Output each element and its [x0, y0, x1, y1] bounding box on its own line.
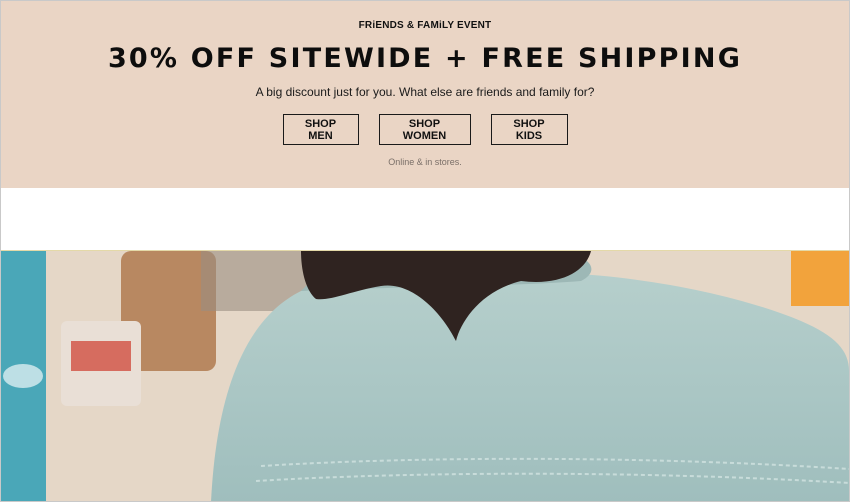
shop-women-button[interactable]: SHOP WOMEN — [378, 114, 471, 145]
shop-men-button[interactable]: SHOP MEN — [282, 114, 359, 145]
promo-eyebrow: FRiENDS & FAMiLY EVENT — [358, 20, 492, 31]
promo-note: Online & in stores. — [388, 157, 462, 167]
shop-buttons: SHOP MEN SHOP WOMEN SHOP KIDS — [1, 114, 849, 145]
promo-banner: FRiENDS & FAMiLY EVENT 30% OFF SITEWIDE … — [1, 1, 849, 188]
denim-jacket-photo — [1, 251, 849, 501]
shop-kids-button[interactable]: SHOP KIDS — [490, 114, 568, 145]
hero-image[interactable] — [1, 250, 849, 501]
promo-headline: 30% OFF SITEWIDE + FREE SHIPPING — [107, 43, 743, 74]
white-spacer — [1, 188, 849, 250]
promo-subtext: A big discount just for you. What else a… — [255, 85, 595, 99]
page-frame: FRiENDS & FAMiLY EVENT 30% OFF SITEWIDE … — [0, 0, 850, 502]
